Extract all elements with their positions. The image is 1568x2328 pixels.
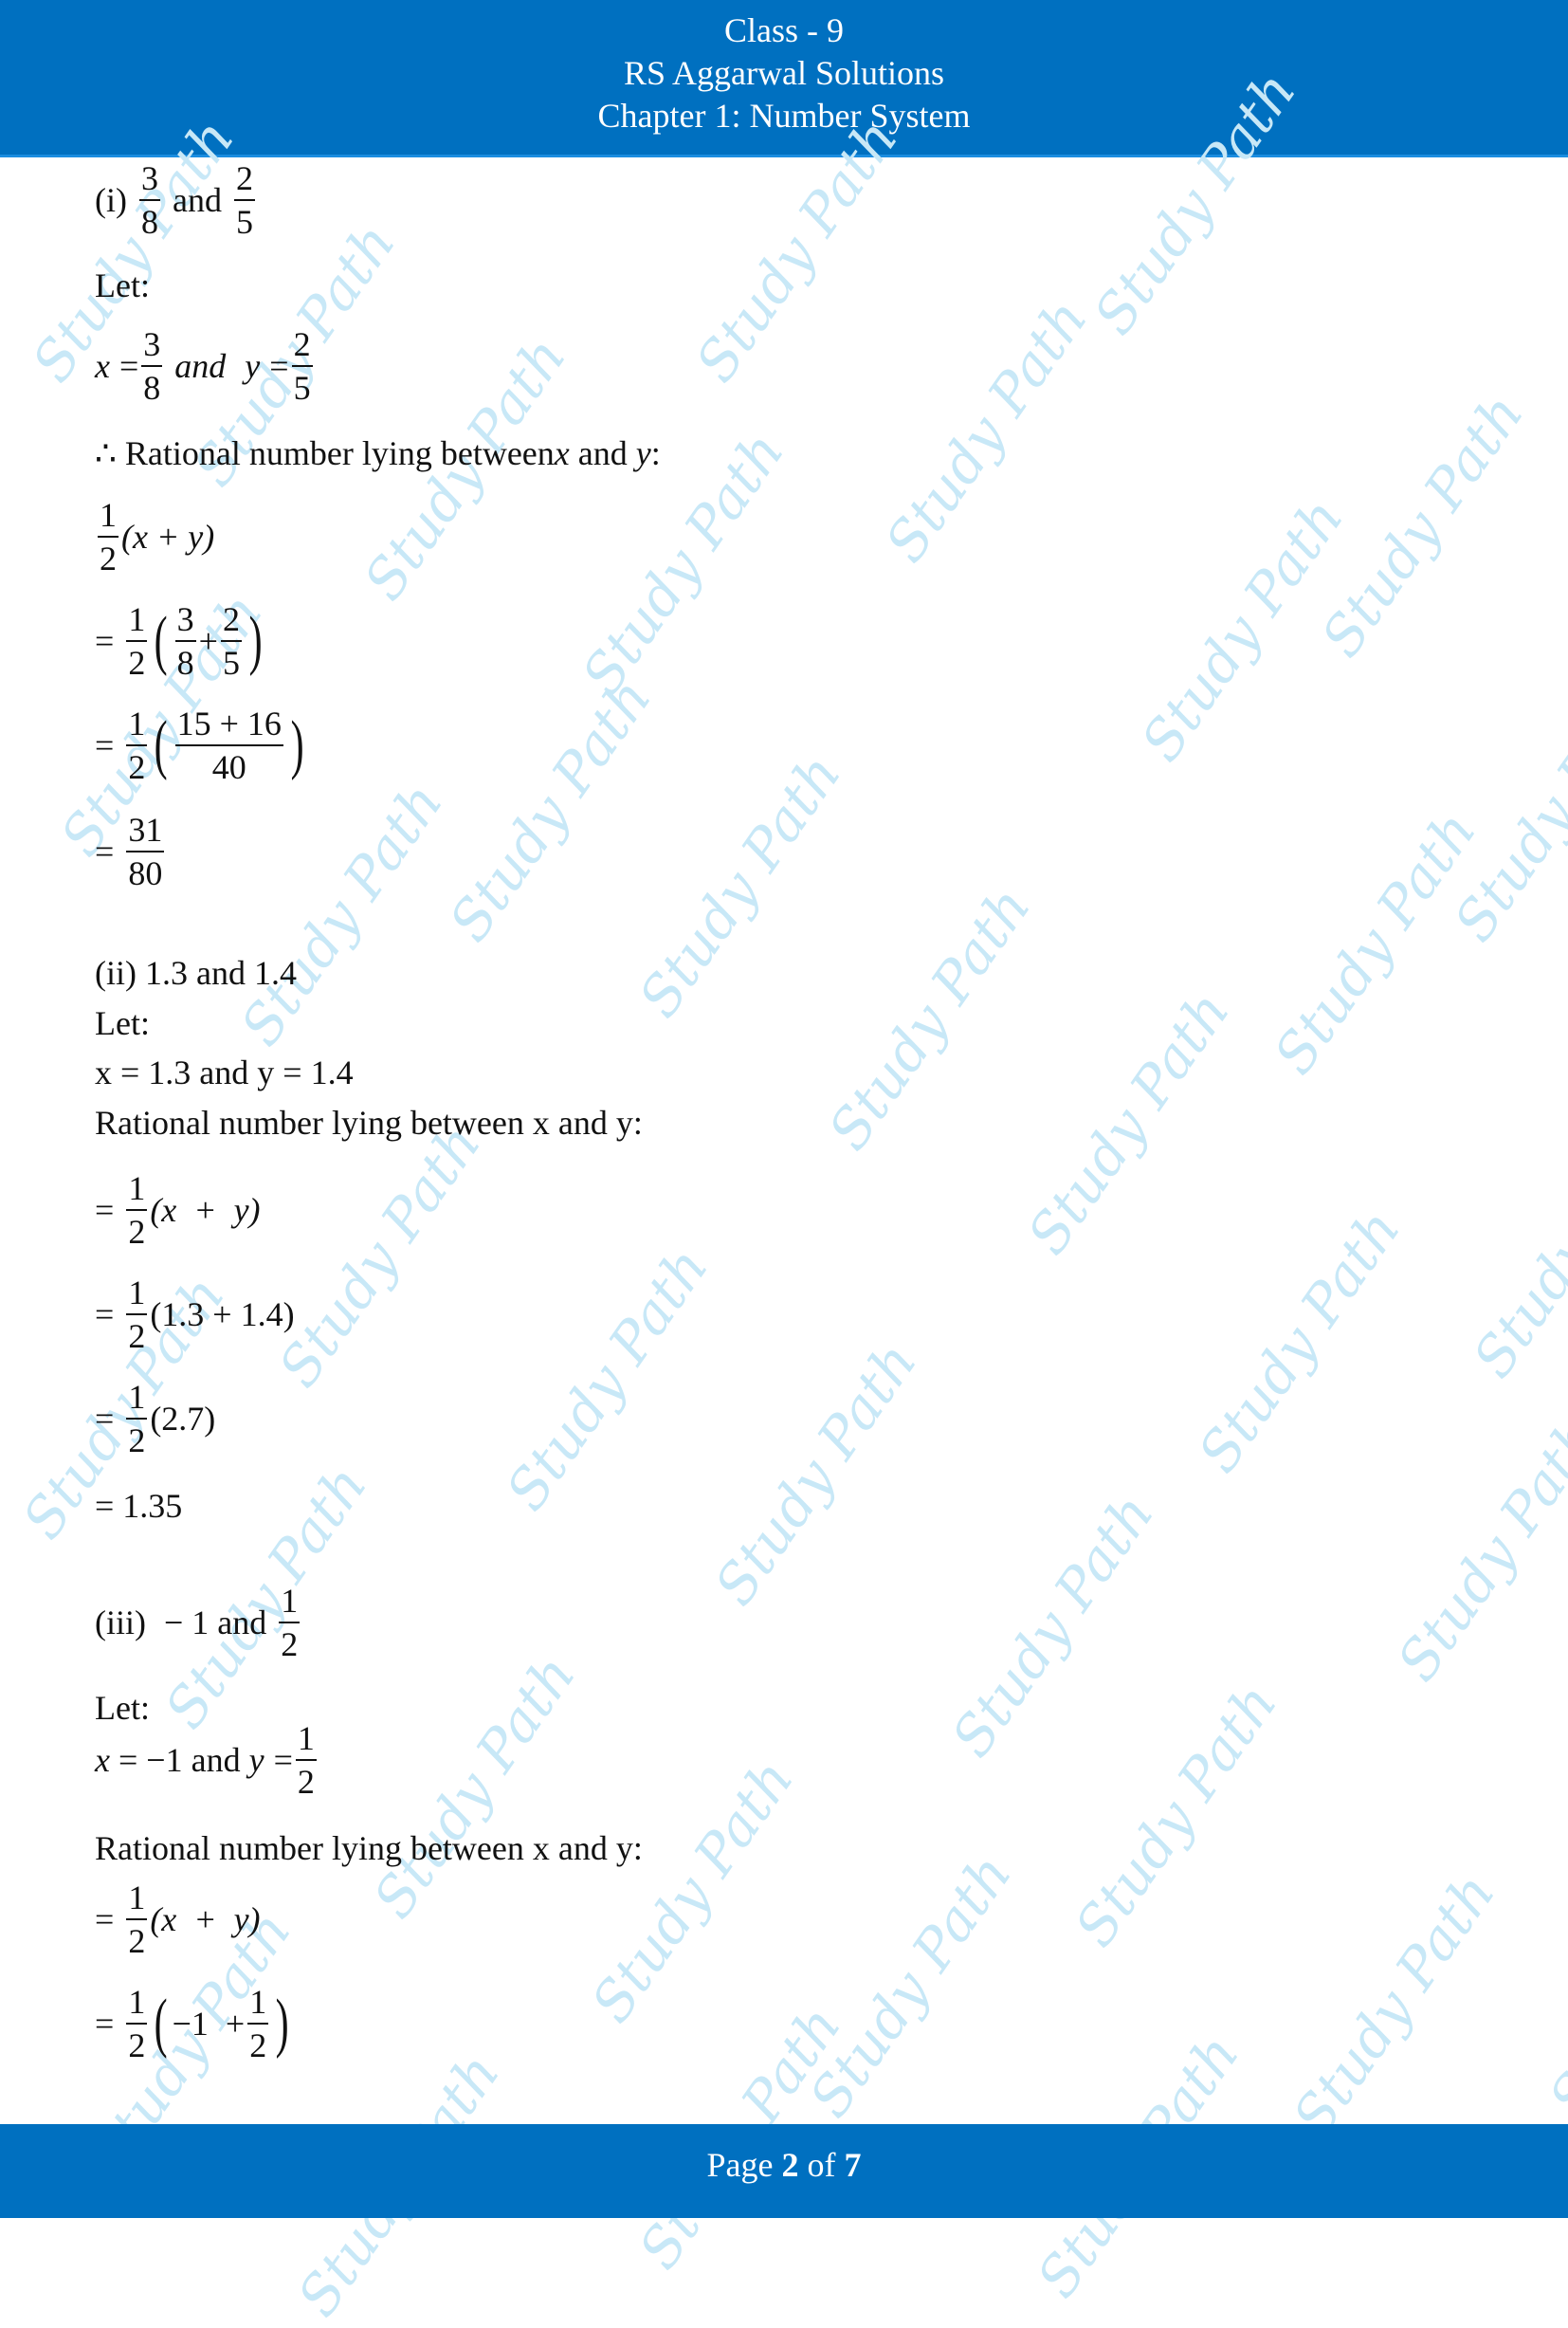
fraction: 12 xyxy=(279,1582,301,1663)
step-result: = 31 80 xyxy=(95,811,165,892)
part-i-heading: (i) 38 and 25 xyxy=(95,161,258,239)
step-substitute: = 12 ( 38 + 25 ) xyxy=(95,600,263,682)
fraction: 12 xyxy=(98,496,119,577)
watermark-text: Study Path xyxy=(1536,1842,1568,2129)
fraction: 38 xyxy=(138,159,160,241)
watermark-text: Study Path xyxy=(265,1112,493,1399)
watermark-text: Study Path xyxy=(796,1842,1024,2129)
watermark-text: Study Path xyxy=(436,667,664,953)
watermark-text: Study Path xyxy=(228,771,455,1057)
watermark-text: Study Path xyxy=(360,1643,588,1930)
fraction: 12 xyxy=(126,705,148,786)
watermark-text: Study Path xyxy=(1128,486,1356,773)
fraction: 12 xyxy=(126,1169,148,1251)
page-indicator: Page 2 of 7 xyxy=(706,2146,862,2184)
statement: Rational number lying between x and y: xyxy=(95,1104,643,1142)
watermark-text: Study Path xyxy=(578,1748,806,2034)
assignment: x = −1 and y = 12 xyxy=(95,1719,317,1801)
watermark-text: Study Path xyxy=(702,1330,929,1617)
fraction: 12 xyxy=(295,1719,317,1801)
part-ii-heading: (ii) 1.3 and 1.4 xyxy=(95,954,297,992)
watermark-text: Study Path xyxy=(1261,799,1488,1086)
fraction: 12 xyxy=(126,1983,148,2064)
fraction: 12 xyxy=(126,1879,148,1960)
fraction: 12 xyxy=(126,600,148,682)
header-class: Class - 9 xyxy=(724,11,844,49)
watermark-text: Study Path xyxy=(1014,980,1242,1266)
assignment: x = 1.3 and y = 1.4 xyxy=(95,1054,354,1091)
assignment: x = 38 and y = 25 xyxy=(95,325,313,407)
watermark-text: Study Path xyxy=(1308,382,1536,669)
step-half-sum: 12 (x + y) xyxy=(98,496,215,577)
fraction: 38 xyxy=(141,325,163,407)
watermark-text: Study Path xyxy=(815,875,1043,1162)
step-common-denominator: = 12 ( 15 + 16 40 ) xyxy=(95,705,304,786)
therefore-statement: ∴ Rational number lying between x and y: xyxy=(95,434,661,472)
watermark-text: Study Path xyxy=(493,1236,720,1522)
page-footer: Page 2 of 7 xyxy=(0,2124,1568,2218)
step-result: = 1.35 xyxy=(95,1487,183,1525)
watermark-text: Study Path xyxy=(872,287,1100,574)
fraction: 12 xyxy=(126,1274,148,1355)
watermark-text: Study Path xyxy=(1062,1672,1289,1958)
watermark-text: Study Path xyxy=(626,742,853,1029)
fraction: 15 + 16 40 xyxy=(174,705,283,786)
step-half-sum: = 12 (x + y) xyxy=(95,1879,261,1960)
fraction: 25 xyxy=(291,325,313,407)
watermark-text: Study Path xyxy=(939,1482,1166,1769)
step-substitute: = 12 ( −1 + 12 ) xyxy=(95,1983,289,2064)
fraction: 38 xyxy=(174,600,196,682)
header-chapter: Chapter 1: Number System xyxy=(597,97,971,135)
header-book: RS Aggarwal Solutions xyxy=(623,54,945,92)
page-header: Class - 9 RS Aggarwal Solutions Chapter … xyxy=(0,0,1568,157)
watermark-text: Study Path xyxy=(1441,667,1568,953)
step-half-sum: = 12 (x + y) xyxy=(95,1169,261,1251)
part-iii-heading: (iii) − 1 and 12 xyxy=(95,1582,301,1663)
let-label: Let: xyxy=(95,1004,150,1042)
watermark-text: Study Path xyxy=(1384,1406,1568,1693)
fraction: 12 xyxy=(126,1378,148,1459)
watermark-text: Study Path xyxy=(1280,1861,1507,2148)
statement: Rational number lying between x and y: xyxy=(95,1829,643,1867)
step-add: = 12 (2.7) xyxy=(95,1378,216,1459)
let-label: Let: xyxy=(95,266,150,304)
step-substitute: = 12 (1.3 + 1.4) xyxy=(95,1274,295,1355)
fraction: 25 xyxy=(233,159,255,241)
text: and xyxy=(172,181,222,219)
watermark-text: Study Path xyxy=(1460,1103,1568,1389)
part-label: (i) xyxy=(95,181,127,219)
fraction: 25 xyxy=(220,600,242,682)
fraction: 31 80 xyxy=(126,811,165,892)
watermark-text: Study Path xyxy=(1185,1198,1413,1484)
fraction: 12 xyxy=(247,1983,269,2064)
